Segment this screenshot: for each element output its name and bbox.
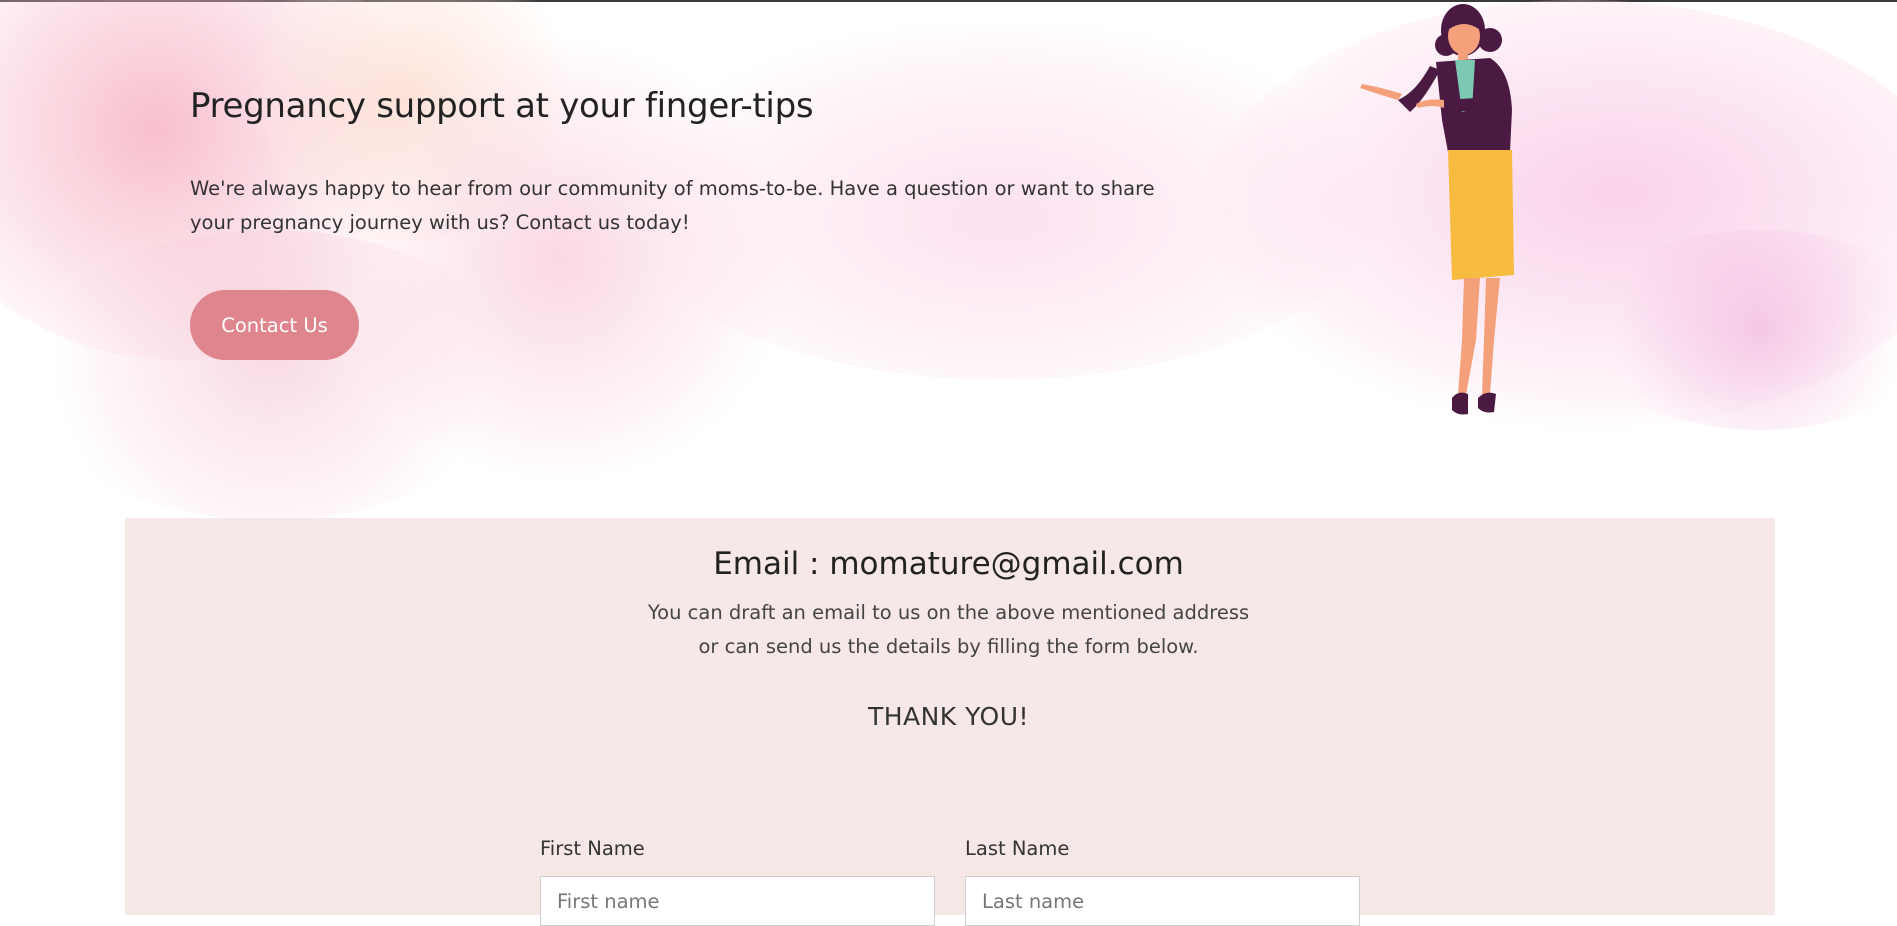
last-name-input[interactable] (965, 876, 1360, 926)
contact-us-button[interactable]: Contact Us (190, 290, 359, 360)
hero-title: Pregnancy support at your finger-tips (190, 86, 814, 126)
presenter-woman-illustration (1360, 4, 1514, 415)
watercolor-background (0, 0, 1897, 520)
email-description: You can draft an email to us on the abov… (0, 596, 1897, 664)
first-name-input[interactable] (540, 876, 935, 926)
email-heading: Email : momature@gmail.com (713, 546, 1184, 582)
first-name-label: First Name (540, 837, 645, 860)
hero-description: We're always happy to hear from our comm… (190, 177, 1155, 234)
email-description-line-1: You can draft an email to us on the abov… (647, 601, 1250, 624)
email-description-line-2: or can send us the details by filling th… (698, 635, 1199, 658)
thank-you-text: THANK YOU! (867, 702, 1030, 731)
last-name-label: Last Name (965, 837, 1070, 860)
